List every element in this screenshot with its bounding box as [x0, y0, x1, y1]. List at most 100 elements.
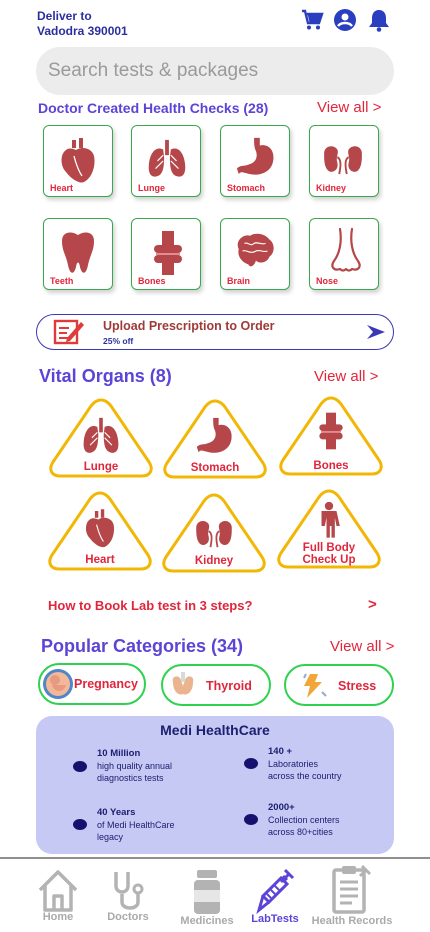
health-check-label: Heart: [50, 183, 74, 193]
stat-value: 40 Years: [97, 807, 136, 818]
nav-home[interactable]: Home: [33, 868, 83, 923]
nav-label: Doctors: [107, 911, 149, 923]
stat-value: 2000+: [268, 802, 295, 813]
stat-value: 140 +: [268, 746, 293, 757]
stomach-icon: [195, 415, 235, 457]
medi-title: Medi HealthCare: [160, 722, 270, 738]
pregnancy-icon: [43, 669, 73, 699]
stat-line: Laboratories: [268, 759, 319, 769]
delivery-location[interactable]: Deliver to Vadodra 390001: [37, 9, 128, 39]
vital-organ-label: Full Body Check Up: [276, 542, 382, 566]
health-checks-view-all[interactable]: View all >: [317, 99, 381, 116]
vital-organs-view-all[interactable]: View all >: [314, 368, 378, 385]
upload-prescription-button[interactable]: Upload Prescription to Order 25% off: [36, 314, 394, 350]
brain-icon: [233, 231, 277, 271]
stat-value: 10 Million: [97, 748, 141, 759]
health-checks-title: Doctor Created Health Checks (28): [38, 100, 269, 116]
nav-label: Medicines: [180, 915, 234, 927]
nav-medicines[interactable]: Medicines: [177, 868, 237, 927]
health-check-label: Stomach: [227, 183, 266, 193]
category-label: Pregnancy: [74, 677, 138, 691]
vital-organs-title: Vital Organs (8): [39, 366, 172, 386]
medi-healthcare-card: Medi HealthCare 10 Million high quality …: [36, 716, 394, 854]
vital-organ-stomach[interactable]: Stomach: [162, 397, 268, 481]
health-check-label: Bones: [138, 276, 166, 286]
vital-organ-full-body[interactable]: Full Body Check Up: [276, 487, 382, 571]
full-body-line2: Check Up: [302, 554, 356, 566]
arrow-right-icon: [367, 325, 385, 339]
health-check-bones[interactable]: Bones: [131, 218, 201, 290]
category-thyroid[interactable]: Thyroid: [161, 664, 271, 706]
vital-organ-heart[interactable]: Heart: [47, 489, 153, 573]
upload-discount: 25% off: [103, 336, 134, 346]
vital-organ-label: Kidney: [194, 555, 234, 567]
health-check-stomach[interactable]: Stomach: [220, 125, 290, 197]
health-check-label: Teeth: [50, 276, 74, 286]
stat-line: Collection centers: [268, 815, 340, 825]
stat-bullet: [244, 814, 258, 825]
health-check-label: Lunge: [138, 183, 165, 193]
stress-icon: [303, 673, 327, 698]
search-input[interactable]: Search tests & packages: [36, 47, 394, 95]
category-pregnancy[interactable]: Pregnancy: [38, 663, 146, 705]
stat-tests: 10 Million high quality annual diagnosti…: [97, 747, 172, 784]
health-check-lunge[interactable]: Lunge: [131, 125, 201, 197]
stat-labs: 140 + Laboratories across the country: [268, 745, 342, 782]
syringe-icon: [256, 868, 295, 915]
how-to-arrow-icon[interactable]: >: [368, 596, 377, 613]
body-icon: [316, 501, 342, 541]
cart-icon[interactable]: [300, 8, 324, 32]
health-check-label: Kidney: [316, 183, 347, 193]
stat-centers: 2000+ Collection centers across 80+citie…: [268, 801, 340, 838]
stat-line: of Medi HealthCare: [97, 820, 175, 830]
health-check-heart[interactable]: Heart: [43, 125, 113, 197]
nav-health-records[interactable]: Health Records: [308, 862, 396, 927]
health-check-nose[interactable]: Nose: [309, 218, 379, 290]
search-placeholder: Search tests & packages: [48, 60, 259, 81]
health-check-label: Nose: [316, 276, 339, 286]
health-check-teeth[interactable]: Teeth: [43, 218, 113, 290]
category-label: Stress: [338, 679, 377, 693]
vital-organ-label: Heart: [85, 554, 115, 566]
kidney-icon: [320, 142, 366, 176]
category-label: Thyroid: [206, 679, 252, 693]
thyroid-icon: [172, 672, 194, 695]
stomach-icon: [235, 136, 277, 178]
tooth-icon: [58, 229, 98, 277]
stat-years: 40 Years of Medi HealthCare legacy: [97, 806, 175, 843]
account-icon[interactable]: [333, 8, 357, 32]
health-check-label: Brain: [227, 276, 251, 286]
stethoscope-icon: [114, 872, 144, 910]
health-check-kidney[interactable]: Kidney: [309, 125, 379, 197]
location-text: Vadodra 390001: [37, 24, 128, 38]
lungs-icon: [146, 138, 188, 180]
upload-title: Upload Prescription to Order: [103, 319, 275, 333]
stat-bullet: [73, 819, 87, 830]
prescription-icon: [53, 319, 84, 345]
bell-icon[interactable]: [367, 8, 391, 32]
kidney-icon: [191, 517, 237, 549]
health-check-brain[interactable]: Brain: [220, 218, 290, 290]
stat-line: across 80+cities: [268, 827, 333, 837]
vital-organ-bones[interactable]: Bones: [278, 394, 384, 478]
category-stress[interactable]: Stress: [284, 664, 394, 706]
nose-icon: [326, 227, 366, 275]
vital-organ-label: Bones: [313, 460, 349, 472]
categories-view-all[interactable]: View all >: [330, 638, 394, 655]
vital-organ-label: Lunge: [83, 461, 119, 473]
nav-label: Health Records: [311, 915, 393, 927]
stat-line: diagnostics tests: [97, 773, 164, 783]
records-icon: [332, 864, 372, 914]
bones-icon: [150, 229, 186, 277]
categories-title: Popular Categories (34): [41, 636, 244, 656]
stat-bullet: [244, 758, 258, 769]
vital-organ-kidney[interactable]: Kidney: [161, 491, 267, 575]
how-to-book-link[interactable]: How to Book Lab test in 3 steps?: [48, 598, 252, 613]
vital-organ-lunge[interactable]: Lunge: [48, 396, 154, 480]
home-icon: [38, 870, 78, 912]
nav-label: LabTests: [251, 913, 299, 925]
nav-labtests[interactable]: LabTests: [249, 868, 301, 925]
deliver-label: Deliver to: [37, 9, 92, 23]
nav-doctors[interactable]: Doctors: [103, 868, 153, 923]
stat-bullet: [73, 761, 87, 772]
